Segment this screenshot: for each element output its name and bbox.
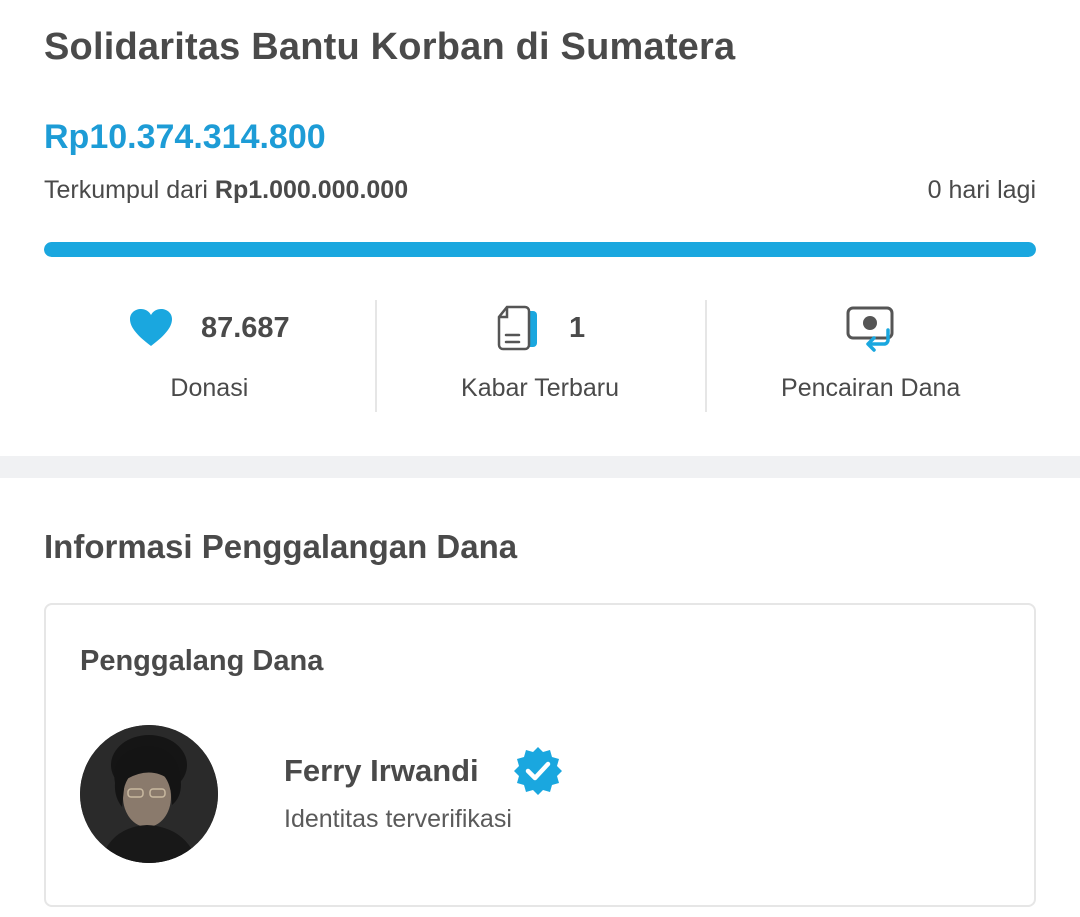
stat-top <box>845 300 897 356</box>
verified-badge-icon <box>512 745 564 802</box>
campaign-title: Solidaritas Bantu Korban di Sumatera <box>44 26 736 68</box>
updates-label: Kabar Terbaru <box>461 374 619 402</box>
days-left: 0 hari lagi <box>927 176 1036 204</box>
stat-withdrawals[interactable]: Pencairan Dana <box>705 300 1036 412</box>
target-prefix: Terkumpul dari <box>44 176 208 204</box>
withdraw-icon <box>845 304 897 352</box>
target-line: Terkumpul dari Rp1.000.000.000 <box>44 176 408 205</box>
stat-top: 1 <box>495 300 585 356</box>
section-title: Informasi Penggalangan Dana <box>44 528 518 565</box>
campaign-page: Solidaritas Bantu Korban di Sumatera Rp1… <box>0 0 1080 917</box>
stat-donations[interactable]: 87.687 Donasi <box>44 300 375 412</box>
updates-count: 1 <box>568 311 586 344</box>
fundraiser-status: Identitas terverifikasi <box>284 805 512 833</box>
card-title: Penggalang Dana <box>80 645 324 677</box>
heart-icon <box>129 308 173 348</box>
donation-label: Donasi <box>170 374 249 402</box>
collected-amount: Rp10.374.314.800 <box>44 118 326 156</box>
fundraiser-name[interactable]: Ferry Irwandi <box>284 753 479 789</box>
stat-top: 87.687 <box>129 300 290 356</box>
fundraiser-card[interactable]: Penggalang Dana Ferry Irwandi Identitas … <box>44 603 1036 907</box>
avatar <box>80 725 218 863</box>
stat-updates[interactable]: 1 Kabar Terbaru <box>374 300 706 412</box>
stats-row: 87.687 Donasi 1 Kabar Terbaru Pencairan … <box>44 300 1036 412</box>
section-divider <box>0 456 1080 478</box>
target-amount: Rp1.000.000.000 <box>214 176 409 204</box>
donation-count: 87.687 <box>200 311 290 344</box>
withdrawals-label: Pencairan Dana <box>781 374 961 402</box>
progress-fill <box>44 242 1036 257</box>
document-icon <box>495 305 541 351</box>
progress-bar <box>44 242 1036 257</box>
